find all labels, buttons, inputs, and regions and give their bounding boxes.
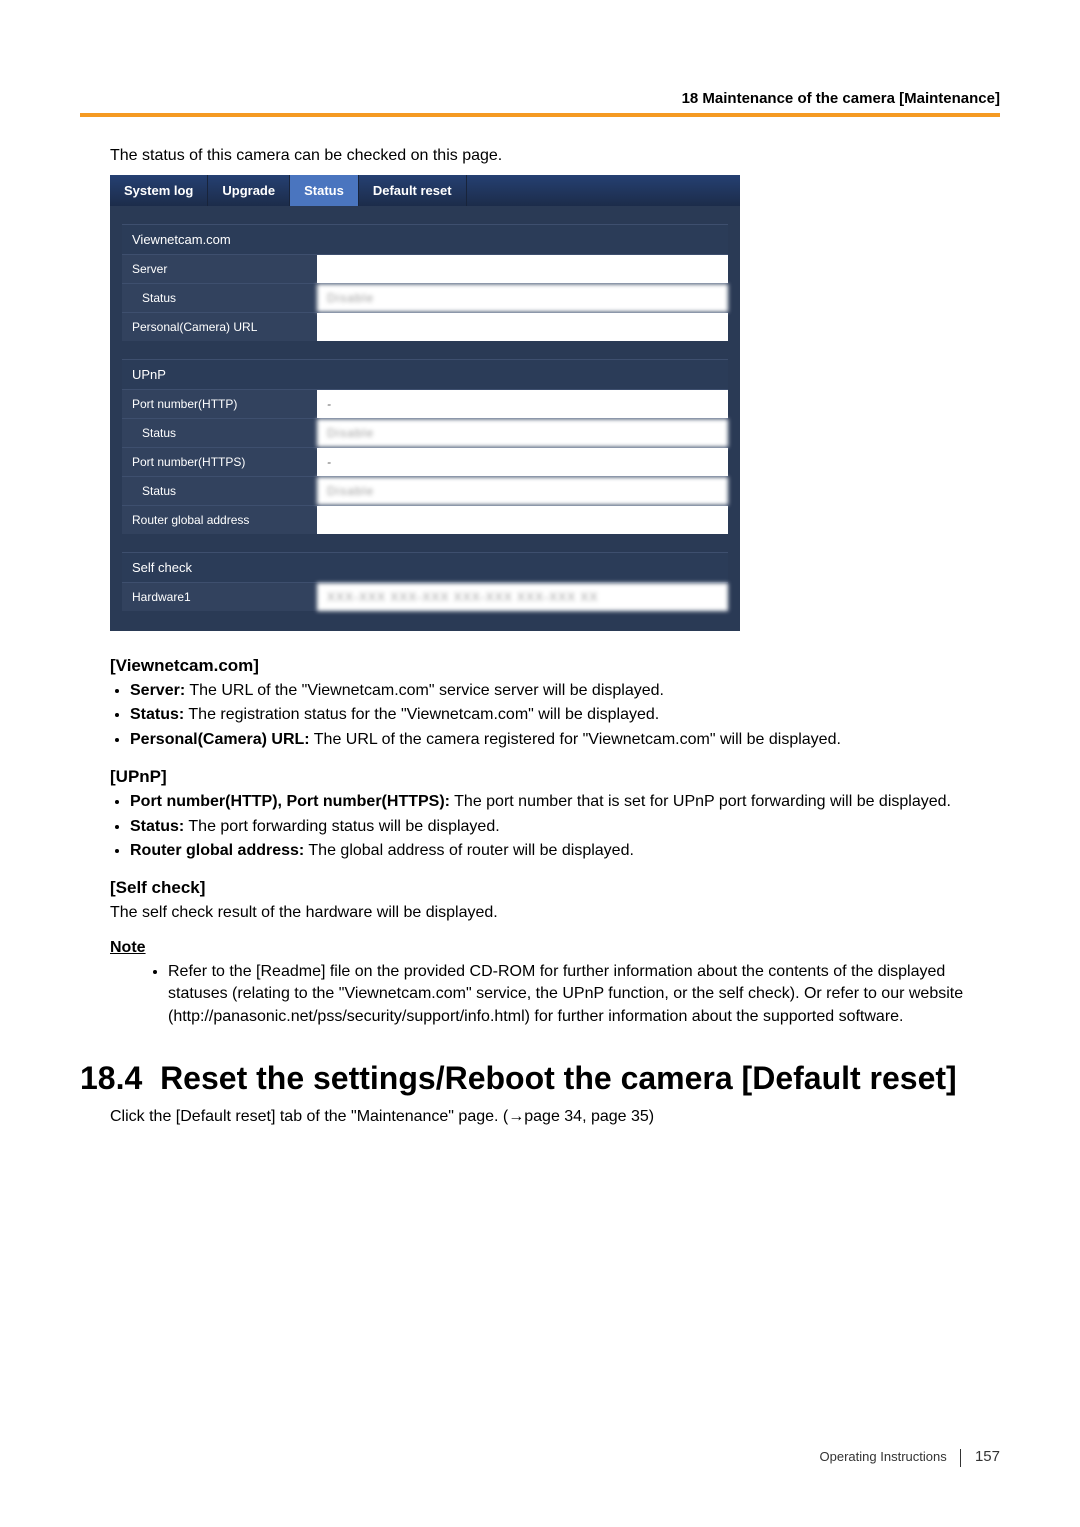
tab-status[interactable]: Status bbox=[290, 175, 359, 206]
table-row: Status Disable bbox=[122, 418, 728, 447]
section-header: Viewnetcam.com bbox=[122, 224, 728, 254]
bullet-text: The port forwarding status will be displ… bbox=[184, 818, 499, 835]
bullet-term: Status: bbox=[130, 818, 184, 835]
list-item: Refer to the [Readme] file on the provid… bbox=[168, 961, 1000, 1028]
tab-bar: System log Upgrade Status Default reset bbox=[110, 175, 740, 206]
bullet-text: The registration status for the "Viewnet… bbox=[184, 706, 659, 723]
list-item: Server: The URL of the "Viewnetcam.com" … bbox=[130, 680, 1000, 702]
table-row: Hardware1 XXX-XXX XXX-XXX XXX-XXX XXX-XX… bbox=[122, 582, 728, 611]
heading-selfcheck: [Self check] bbox=[110, 878, 1000, 898]
row-value bbox=[317, 313, 728, 341]
bullet-text: The port number that is set for UPnP por… bbox=[450, 793, 951, 810]
tab-default-reset[interactable]: Default reset bbox=[359, 175, 467, 206]
footer-separator bbox=[960, 1449, 961, 1467]
row-label: Status bbox=[122, 419, 317, 447]
row-value: Disable bbox=[317, 477, 728, 505]
row-value bbox=[317, 506, 728, 534]
row-label: Hardware1 bbox=[122, 583, 317, 611]
row-value: XXX-XXX XXX-XXX XXX-XXX XXX-XXX XX bbox=[317, 583, 728, 611]
list-item: Status: The registration status for the … bbox=[130, 704, 1000, 726]
selfcheck-text: The self check result of the hardware wi… bbox=[110, 902, 1000, 924]
bullet-text: The URL of the camera registered for "Vi… bbox=[310, 731, 841, 748]
camera-status-panel: System log Upgrade Status Default reset … bbox=[110, 175, 740, 631]
row-label: Status bbox=[122, 284, 317, 312]
list-item: Router global address: The global addres… bbox=[130, 840, 1000, 862]
row-label: Status bbox=[122, 477, 317, 505]
tab-system-log[interactable]: System log bbox=[110, 175, 208, 206]
bullet-term: Router global address: bbox=[130, 842, 304, 859]
heading-upnp: [UPnP] bbox=[110, 767, 1000, 787]
row-label: Port number(HTTP) bbox=[122, 390, 317, 418]
table-row: Port number(HTTP) - bbox=[122, 389, 728, 418]
viewnetcam-bullets: Server: The URL of the "Viewnetcam.com" … bbox=[110, 680, 1000, 751]
table-row: Server bbox=[122, 254, 728, 283]
section-title: 18.4 Reset the settings/Reboot the camer… bbox=[80, 1058, 1000, 1098]
row-value: - bbox=[317, 448, 728, 476]
intro-text: The status of this camera can be checked… bbox=[110, 147, 1000, 165]
table-row: Status Disable bbox=[122, 283, 728, 312]
bullet-term: Server: bbox=[130, 682, 185, 699]
table-row: Status Disable bbox=[122, 476, 728, 505]
section-viewnetcam: Viewnetcam.com Server Status Disable Per… bbox=[122, 224, 728, 341]
list-item: Status: The port forwarding status will … bbox=[130, 816, 1000, 838]
row-value: Disable bbox=[317, 284, 728, 312]
heading-viewnetcam: [Viewnetcam.com] bbox=[110, 656, 1000, 676]
row-value: Disable bbox=[317, 419, 728, 447]
table-row: Personal(Camera) URL bbox=[122, 312, 728, 341]
bullet-term: Personal(Camera) URL: bbox=[130, 731, 310, 748]
table-row: Port number(HTTPS) - bbox=[122, 447, 728, 476]
row-label: Router global address bbox=[122, 506, 317, 534]
chapter-header: 18 Maintenance of the camera [Maintenanc… bbox=[80, 90, 1000, 107]
row-value: - bbox=[317, 390, 728, 418]
page-footer: Operating Instructions 157 bbox=[820, 1448, 1000, 1467]
note-heading: Note bbox=[110, 939, 1000, 957]
bullet-text: The URL of the "Viewnetcam.com" service … bbox=[185, 682, 664, 699]
row-label: Port number(HTTPS) bbox=[122, 448, 317, 476]
bullet-text: The global address of router will be dis… bbox=[304, 842, 634, 859]
bullet-term: Port number(HTTP), Port number(HTTPS): bbox=[130, 793, 450, 810]
bullet-term: Status: bbox=[130, 706, 184, 723]
section-header: Self check bbox=[122, 552, 728, 582]
section-upnp: UPnP Port number(HTTP) - Status Disable … bbox=[122, 359, 728, 534]
tab-upgrade[interactable]: Upgrade bbox=[208, 175, 290, 206]
row-value bbox=[317, 255, 728, 283]
row-label: Server bbox=[122, 255, 317, 283]
row-label: Personal(Camera) URL bbox=[122, 313, 317, 341]
header-rule bbox=[80, 113, 1000, 117]
note-list: Refer to the [Readme] file on the provid… bbox=[148, 961, 1000, 1028]
list-item: Personal(Camera) URL: The URL of the cam… bbox=[130, 729, 1000, 751]
page-number: 157 bbox=[975, 1448, 1000, 1465]
section-selfcheck: Self check Hardware1 XXX-XXX XXX-XXX XXX… bbox=[122, 552, 728, 611]
section-intro: Click the [Default reset] tab of the "Ma… bbox=[110, 1108, 1000, 1126]
footer-label: Operating Instructions bbox=[820, 1449, 947, 1464]
list-item: Port number(HTTP), Port number(HTTPS): T… bbox=[130, 791, 1000, 813]
upnp-bullets: Port number(HTTP), Port number(HTTPS): T… bbox=[110, 791, 1000, 862]
table-row: Router global address bbox=[122, 505, 728, 534]
section-header: UPnP bbox=[122, 359, 728, 389]
